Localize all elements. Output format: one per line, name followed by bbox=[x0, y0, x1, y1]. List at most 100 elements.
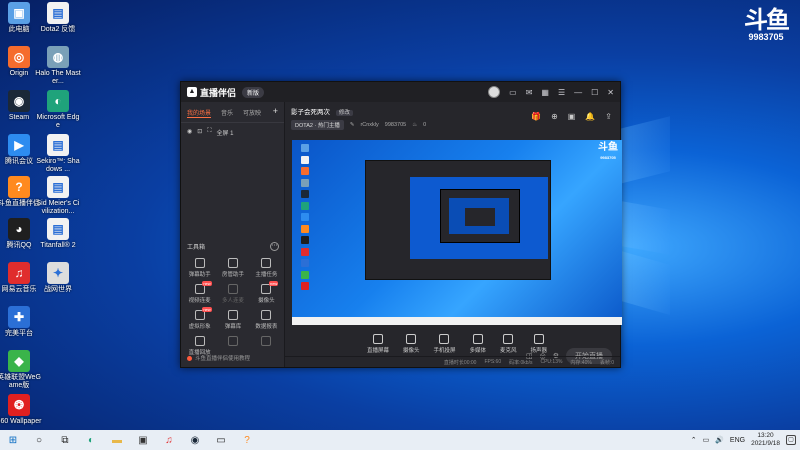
chevron-up-icon[interactable]: ⌃ bbox=[691, 436, 697, 444]
clock[interactable]: 13:20 2021/9/18 bbox=[751, 432, 780, 448]
tab-projection[interactable]: 可放映 bbox=[243, 108, 261, 118]
share-icon[interactable]: ⇪ bbox=[605, 112, 612, 121]
netease-music-icon[interactable]: ♫ bbox=[156, 430, 182, 450]
search-icon[interactable]: ○ bbox=[26, 430, 52, 450]
tool-item[interactable]: 直播回放 bbox=[183, 336, 216, 356]
version-tag[interactable]: 新版 bbox=[242, 86, 265, 98]
control-mic[interactable]: 麦克风 bbox=[500, 334, 517, 354]
room-tools: 🎁 ⊕ ▣ 🔔 ⇪ bbox=[531, 112, 612, 121]
origin-icon: ◎ bbox=[8, 46, 30, 68]
control-screen[interactable]: 直播屏幕 bbox=[367, 334, 389, 354]
folder-icon[interactable]: ▬ bbox=[104, 430, 130, 450]
desktop-icon[interactable]: ◆ 英雄联盟WeGame版 bbox=[0, 350, 42, 390]
monitor-icon[interactable]: ▭ bbox=[208, 430, 234, 450]
desktop-icon-label: Sid Meier's Civilization... bbox=[36, 200, 80, 215]
tool-item[interactable]: 多人连麦 bbox=[216, 284, 249, 304]
status-item: 丢帧:0 bbox=[599, 359, 614, 366]
edit-icon[interactable]: ✎ bbox=[350, 122, 355, 128]
minimize-icon[interactable]: — bbox=[574, 88, 582, 97]
desktop-icon[interactable]: ▤ Titanfall® 2 bbox=[35, 218, 81, 250]
tool-label: 弹幕库 bbox=[224, 324, 242, 330]
tutorial-label: 斗鱼直播伴侣使用教程 bbox=[195, 356, 251, 362]
main-panel: 影子会死两次 修改 DOTA2 · 热门主播 ✎ rCnxkly 9983705… bbox=[285, 102, 622, 367]
tab-music[interactable]: 音乐 bbox=[221, 108, 233, 118]
tool-item[interactable] bbox=[250, 336, 283, 356]
phone-icon bbox=[439, 334, 450, 344]
desktop-icon[interactable]: ▤ Sid Meier's Civilization... bbox=[35, 176, 81, 216]
tool-item[interactable]: 弹幕库 bbox=[216, 310, 249, 330]
document-icon: ▤ bbox=[47, 218, 69, 240]
tool-item[interactable]: 弹幕助手 bbox=[183, 258, 216, 278]
control-camera[interactable]: 摄像头 bbox=[403, 334, 419, 354]
desktop-icon[interactable]: ✦ 战网世界 bbox=[35, 262, 81, 294]
bell-icon[interactable]: 🔔 bbox=[585, 112, 595, 121]
desktop-icon[interactable]: ✚ 完美平台 bbox=[0, 306, 42, 338]
edge-icon[interactable]: ◐ bbox=[78, 430, 104, 450]
stream-preview[interactable]: 斗鱼 9983705 bbox=[292, 140, 622, 325]
task-view-icon[interactable]: ⧉ bbox=[52, 430, 78, 450]
edit-title-button[interactable]: 修改 bbox=[335, 110, 353, 116]
store-icon[interactable]: ▣ bbox=[130, 430, 156, 450]
desktop-icon[interactable]: ▤ Dota2 反馈 bbox=[35, 2, 81, 34]
left-panel: 我的场景 音乐 可放映 + ◉ ⊡ ⛶ 全屏 1 工具箱 ⋯ 弹幕助手 房管助手 主… bbox=[181, 102, 285, 367]
avatar[interactable] bbox=[488, 86, 501, 98]
tutorial-link[interactable]: 斗鱼直播伴侣使用教程 bbox=[187, 354, 250, 362]
lock-icon[interactable]: ⊡ bbox=[197, 128, 202, 137]
maximize-icon[interactable]: ☐ bbox=[591, 88, 598, 97]
tool-item[interactable]: 主播任务 bbox=[250, 258, 283, 278]
network-icon[interactable]: ▭ bbox=[703, 436, 710, 444]
screen-icon[interactable]: ▭ bbox=[509, 88, 517, 97]
add-scene-button[interactable]: + bbox=[273, 107, 278, 118]
grid-icon[interactable]: ▦ bbox=[541, 88, 549, 97]
toolbox-grid: 弹幕助手 房管助手 主播任务 new 视频连麦 多人连麦 new 摄像头 new 虚拟形象 弹幕库 数… bbox=[183, 258, 283, 356]
tool-label: 主播任务 bbox=[255, 272, 278, 278]
control-phone[interactable]: 手机投屏 bbox=[433, 334, 456, 354]
tool-item[interactable] bbox=[216, 336, 249, 356]
hot-icon: ♨ bbox=[412, 122, 418, 128]
control-media[interactable]: 多媒体 bbox=[470, 334, 486, 354]
share-box-icon[interactable]: ▣ bbox=[568, 112, 576, 121]
volume-icon[interactable]: 🔊 bbox=[715, 436, 724, 444]
desktop-icon[interactable]: ▤ Sekiro™: Shadows ... bbox=[35, 134, 81, 174]
edge-icon: ◐ bbox=[47, 90, 69, 112]
title-bar: ▲ 直播伴侣 新版 ▭ ✉ ▦ ☰ — ☐ ✕ bbox=[181, 82, 620, 102]
more-icon[interactable]: ⋯ bbox=[270, 242, 279, 251]
room-title: 影子会死两次 bbox=[291, 109, 330, 116]
tool-item[interactable]: 房管助手 bbox=[216, 258, 249, 278]
category-selector[interactable]: DOTA2 · 热门主播 bbox=[291, 120, 344, 130]
lock-icon[interactable]: ⊕ bbox=[551, 112, 558, 121]
control-label: 麦克风 bbox=[500, 348, 517, 354]
preview-nested-window bbox=[365, 160, 551, 280]
tool-item[interactable]: new 虚拟形象 bbox=[183, 307, 216, 330]
language-indicator[interactable]: ENG bbox=[730, 437, 745, 444]
platform-icon: ✚ bbox=[8, 306, 30, 328]
status-item: 码率:0kb/s bbox=[509, 359, 533, 366]
steam-icon[interactable]: ◉ bbox=[182, 430, 208, 450]
close-icon[interactable]: ✕ bbox=[607, 88, 614, 97]
tool-label: 视频连麦 bbox=[188, 298, 211, 304]
eye-icon[interactable]: ◉ bbox=[187, 128, 192, 137]
tool-item[interactable]: new 摄像头 bbox=[250, 281, 283, 304]
preview-taskbar bbox=[292, 317, 622, 325]
mail-icon[interactable]: ✉ bbox=[526, 88, 533, 97]
tool-item[interactable]: new 视频连麦 bbox=[183, 281, 216, 304]
tool-label: 虚拟形象 bbox=[188, 324, 211, 330]
desktop-icon[interactable]: ◍ Halo The Master... bbox=[35, 46, 81, 86]
desktop-icon[interactable]: ◐ Microsoft Edge bbox=[35, 90, 81, 130]
tool-item[interactable]: 数据报表 bbox=[250, 310, 283, 330]
tab-my-scenes[interactable]: 我的场景 bbox=[187, 108, 212, 118]
gift-icon[interactable]: 🎁 bbox=[531, 112, 541, 121]
document-icon: ▤ bbox=[47, 2, 69, 24]
tool-label: 弹幕助手 bbox=[188, 272, 211, 278]
desktop-icon-label: Halo The Master... bbox=[35, 70, 81, 85]
document-icon: ▤ bbox=[47, 176, 69, 198]
streamer-name: rCnxkly bbox=[360, 122, 379, 128]
toolbox-title: 工具箱 bbox=[187, 245, 206, 251]
notification-icon[interactable]: ▢ bbox=[786, 435, 796, 445]
scene-item[interactable]: ◉ ⊡ ⛶ 全屏 1 bbox=[181, 123, 284, 142]
start-icon[interactable]: ⊞ bbox=[0, 430, 26, 450]
douyu-icon[interactable]: ? bbox=[234, 430, 260, 450]
menu-icon[interactable]: ☰ bbox=[558, 88, 565, 97]
desktop-icon[interactable]: ❂ 360 Wallpaper bbox=[0, 394, 42, 426]
scene-label: 全屏 1 bbox=[216, 131, 234, 137]
